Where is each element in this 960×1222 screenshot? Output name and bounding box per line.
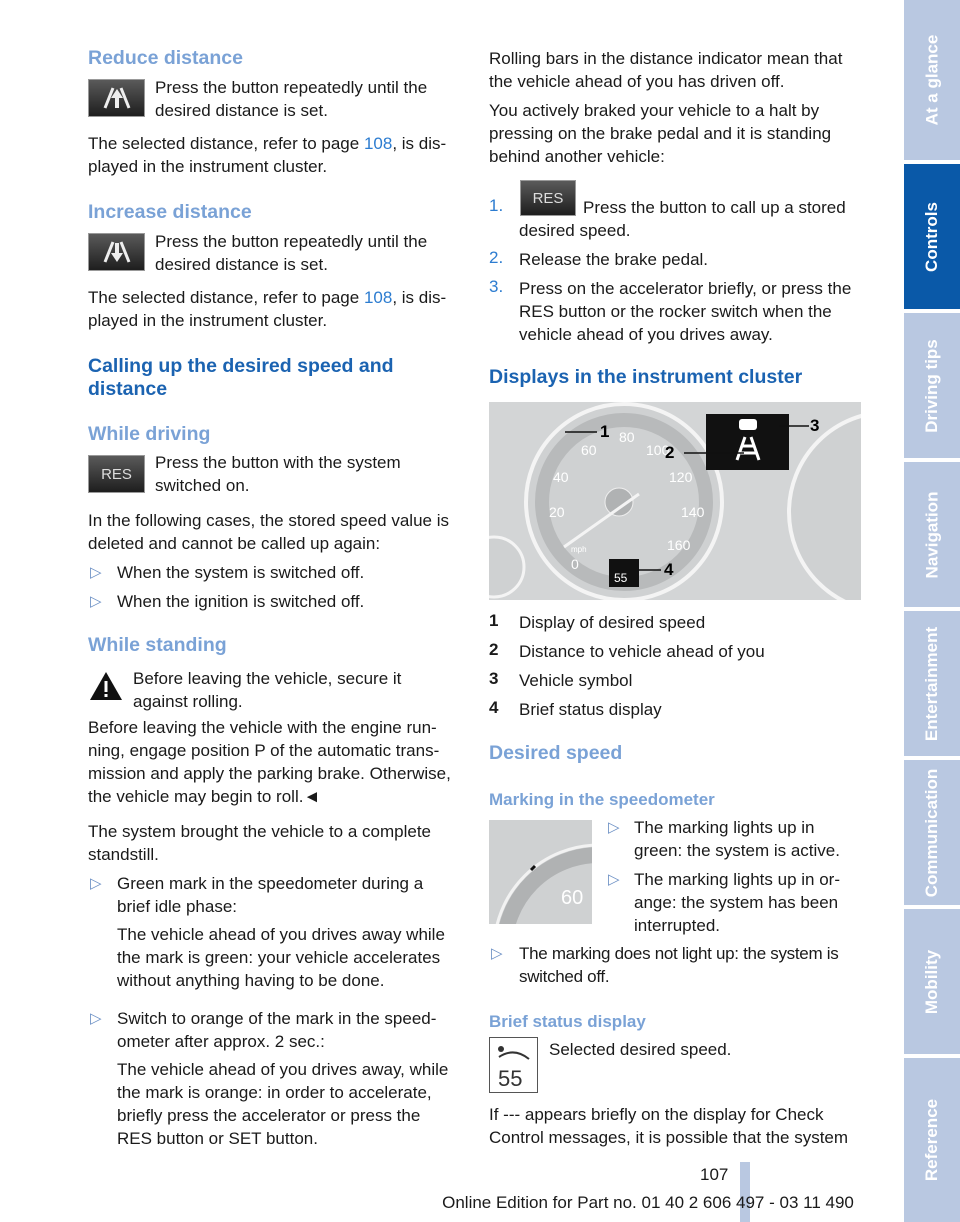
bullet-icon: ▷ xyxy=(90,1010,102,1027)
legend-text: Distance to vehicle ahead of you xyxy=(519,642,765,661)
heading-brief-status: Brief status display xyxy=(489,1012,646,1031)
res-button-icon: RES xyxy=(520,180,576,216)
brief-text: Selected desired speed. xyxy=(549,1040,732,1059)
legend-number: 3 xyxy=(489,669,499,688)
standing-bullet-sub: The vehicle ahead of you drives away whi… xyxy=(117,925,445,990)
callout-4: 4 xyxy=(664,560,674,579)
callout-2: 2 xyxy=(665,443,674,462)
standing-para1: Before leaving the vehicle with the engi… xyxy=(88,718,451,806)
speedometer-marking-figure: 60 xyxy=(489,820,592,924)
tick-label: 160 xyxy=(667,537,691,553)
heading-while-driving: While driving xyxy=(88,423,211,445)
step-number: 2. xyxy=(489,248,504,267)
legend-text: Vehicle symbol xyxy=(519,671,633,690)
figure-value: 60 xyxy=(561,887,583,909)
warning-text: Before leaving the vehicle, secure it ag… xyxy=(133,669,402,711)
instrument-cluster-figure: 60 80 100 40 120 20 140 160 0 mph 55 1 2… xyxy=(489,402,861,600)
standing-para2: The system brought the vehicle to a comp… xyxy=(88,822,432,864)
bullet-icon: ▷ xyxy=(608,819,620,836)
driving-text: Press the button with the system switche… xyxy=(155,453,401,495)
tick-label: 60 xyxy=(581,442,597,458)
callout-1: 1 xyxy=(600,422,609,441)
legend-number: 4 xyxy=(489,698,499,717)
tick-label: 20 xyxy=(549,504,565,520)
standing-bullet-sub: The vehicle ahead of you drives away, wh… xyxy=(117,1060,449,1148)
warning-icon xyxy=(90,672,122,700)
brief-status-value: 55 xyxy=(498,1066,522,1091)
reduce-distance-button-icon xyxy=(88,79,145,117)
step-text: Press on the accelerator briefly, or pre… xyxy=(519,279,852,344)
tab-mobility[interactable]: Mobility xyxy=(904,909,960,1054)
heading-desired-speed: Desired speed xyxy=(489,742,623,764)
unit-label: mph xyxy=(571,545,587,554)
standing-bullet: Green mark in the speedometer during a b… xyxy=(117,874,424,916)
right-para1: Rolling bars in the distance indicator m… xyxy=(489,49,843,91)
footer-edition: Online Edition for Part no. 01 40 2 606 … xyxy=(442,1193,854,1212)
tab-entertainment[interactable]: Entertainment xyxy=(904,611,960,756)
reduce-text: Press the button repeatedly until the de… xyxy=(155,78,428,120)
step-number: 3. xyxy=(489,277,504,296)
marking-bullet: The marking lights up in or- ange: the s… xyxy=(634,870,840,935)
tick-label: 0 xyxy=(571,556,579,572)
res-button-icon: RES xyxy=(88,455,145,493)
tab-driving-tips[interactable]: Driving tips xyxy=(904,313,960,458)
driving-para: In the following cases, the stored speed… xyxy=(88,511,449,553)
legend-number: 2 xyxy=(489,640,499,659)
right-para2: You actively braked your vehicle to a ha… xyxy=(489,101,832,166)
heading-displays: Displays in the instrument cluster xyxy=(489,366,803,388)
page-number: 107 xyxy=(700,1165,729,1184)
legend-number: 1 xyxy=(489,611,499,630)
bullet-icon: ▷ xyxy=(608,871,620,888)
legend-text: Brief status display xyxy=(519,700,662,719)
page-link[interactable]: 108 xyxy=(364,288,392,307)
reduce-para: The selected distance, refer to page 108… xyxy=(88,134,447,176)
page-link[interactable]: 108 xyxy=(364,134,392,153)
status-value: 55 xyxy=(614,571,628,585)
tick-label: 140 xyxy=(681,504,705,520)
brief-status-icon: 55 xyxy=(489,1037,538,1093)
marking-bullet: The marking lights up in green: the syst… xyxy=(634,818,840,860)
step-text: desired speed. xyxy=(519,221,631,240)
driving-bullet: When the ignition is switched off. xyxy=(117,592,365,611)
bullet-icon: ▷ xyxy=(90,875,102,892)
marking-bullet: The marking does not light up: the syste… xyxy=(519,944,839,986)
heading-marking: Marking in the speedometer xyxy=(489,790,715,809)
increase-text: Press the button repeatedly until the de… xyxy=(155,232,428,274)
driving-bullet: When the system is switched off. xyxy=(117,563,365,582)
tab-at-a-glance[interactable]: At a glance xyxy=(904,0,960,160)
bullet-icon: ▷ xyxy=(491,945,503,962)
tick-label: 40 xyxy=(553,469,569,485)
step-text: Press the button to call up a stored xyxy=(583,198,846,217)
bullet-icon: ▷ xyxy=(90,593,102,610)
heading-while-standing: While standing xyxy=(88,634,227,656)
tab-controls[interactable]: Controls xyxy=(904,164,960,309)
tab-navigation[interactable]: Navigation xyxy=(904,462,960,607)
increase-distance-button-icon xyxy=(88,233,145,271)
tick-label: 80 xyxy=(619,429,635,445)
step-number: 1. xyxy=(489,196,504,215)
brief-para: If --- appears briefly on the display fo… xyxy=(489,1105,849,1147)
increase-para: The selected distance, refer to page 108… xyxy=(88,288,447,330)
heading-reduce-distance: Reduce distance xyxy=(88,47,243,69)
heading-increase-distance: Increase distance xyxy=(88,201,252,223)
callout-3: 3 xyxy=(810,416,819,435)
heading-calling-up: Calling up the desired speed and distanc… xyxy=(88,355,394,400)
standing-bullet: Switch to orange of the mark in the spee… xyxy=(117,1009,437,1051)
tick-label: 120 xyxy=(669,469,693,485)
step-text: Release the brake pedal. xyxy=(519,250,709,269)
manual-page: Reduce distance Press the button repeate… xyxy=(0,0,960,1222)
bullet-icon: ▷ xyxy=(90,564,102,581)
tab-communication[interactable]: Communication xyxy=(904,760,960,905)
legend-text: Display of desired speed xyxy=(519,613,706,632)
